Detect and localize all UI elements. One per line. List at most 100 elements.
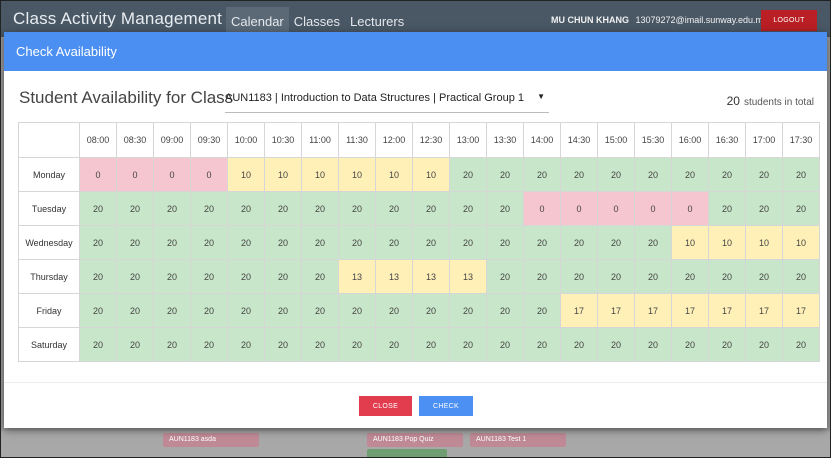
availability-cell: 10 <box>671 225 709 260</box>
availability-cell: 20 <box>79 293 117 328</box>
availability-cell: 20 <box>153 259 191 294</box>
availability-cell: 20 <box>745 191 783 226</box>
calendar-background: AUN1183 asda AUN1183 Pop Quiz AUN1183 Te… <box>1 431 830 457</box>
availability-cell: 20 <box>597 259 635 294</box>
availability-cell: 10 <box>338 157 376 192</box>
availability-cell: 20 <box>634 327 672 362</box>
students-total-count: 20 <box>726 94 740 108</box>
dropdown-caret-icon: ▼ <box>537 92 545 101</box>
time-header: 15:30 <box>634 122 672 158</box>
availability-title: Student Availability for Class <box>19 88 234 107</box>
availability-cell: 10 <box>708 225 746 260</box>
availability-cell: 20 <box>597 157 635 192</box>
day-label: Thursday <box>18 259 80 294</box>
availability-cell: 20 <box>745 259 783 294</box>
table-row: Tuesday 20 20 20 20 20 20 20 20 20 20 20 20 0 0 0 0 0 20 20… <box>18 191 820 226</box>
check-button[interactable]: CHECK <box>419 396 473 416</box>
logout-button[interactable]: LOGOUT <box>761 10 817 31</box>
availability-cell: 20 <box>486 225 524 260</box>
availability-cell: 17 <box>708 293 746 328</box>
availability-cell: 0 <box>116 157 154 192</box>
availability-cell: 20 <box>301 293 339 328</box>
class-select[interactable]: AUN1183 | Introduction to Data Structure… <box>225 86 549 113</box>
availability-cell: 10 <box>375 157 413 192</box>
availability-cell: 20 <box>153 293 191 328</box>
table-row: Saturday 20 20 20 20 20 20 20 20 20 20 20 20 20 20 20 20… <box>18 327 820 362</box>
availability-cell: 0 <box>597 191 635 226</box>
time-header: 09:30 <box>190 122 228 158</box>
close-button[interactable]: CLOSE <box>359 396 412 416</box>
time-header: 14:00 <box>523 122 561 158</box>
availability-cell: 20 <box>449 225 487 260</box>
availability-cell: 20 <box>745 327 783 362</box>
availability-cell: 20 <box>671 327 709 362</box>
availability-table: 08:00 08:30 09:00 09:30 10:00 10:30 11:00 11:30… <box>18 122 820 362</box>
user-info: MU CHUN KHANG 13079272@imail.sunway.edu.… <box>551 15 768 25</box>
availability-cell: 20 <box>486 327 524 362</box>
time-header: 16:30 <box>708 122 746 158</box>
availability-cell: 20 <box>338 225 376 260</box>
availability-cell: 20 <box>264 259 302 294</box>
students-total-label: students in total <box>743 97 814 108</box>
modal-footer: CLOSE CHECK <box>4 382 827 429</box>
availability-cell: 20 <box>412 327 450 362</box>
check-availability-modal: Check Availability Student Availability … <box>4 32 827 428</box>
availability-cell: 20 <box>227 225 265 260</box>
availability-cell: 20 <box>671 259 709 294</box>
time-header: 13:30 <box>486 122 524 158</box>
availability-cell: 20 <box>375 327 413 362</box>
availability-cell: 13 <box>449 259 487 294</box>
calendar-event-partial <box>367 449 447 457</box>
calendar-event[interactable]: AUN1183 Pop Quiz <box>367 433 463 447</box>
availability-cell: 10 <box>227 157 265 192</box>
availability-cell: 20 <box>560 157 598 192</box>
availability-cell: 20 <box>782 157 820 192</box>
availability-cell: 20 <box>486 293 524 328</box>
app-window: Class Activity Management System Calenda… <box>0 0 831 458</box>
availability-cell: 17 <box>597 293 635 328</box>
table-corner <box>18 122 80 158</box>
availability-cell: 20 <box>116 259 154 294</box>
students-total: 20 students in total <box>727 94 814 108</box>
availability-cell: 20 <box>153 327 191 362</box>
table-row: Monday 0 0 0 0 10 10 10 10 10 10 20 20 20 20 20 20 20 20 20… <box>18 157 820 192</box>
availability-cell: 10 <box>412 157 450 192</box>
availability-cell: 20 <box>486 157 524 192</box>
time-header: 13:00 <box>449 122 487 158</box>
day-label: Friday <box>18 293 80 328</box>
time-header: 11:00 <box>301 122 339 158</box>
availability-cell: 20 <box>338 327 376 362</box>
availability-cell: 17 <box>560 293 598 328</box>
availability-cell: 20 <box>375 225 413 260</box>
availability-cell: 20 <box>708 191 746 226</box>
availability-cell: 20 <box>301 327 339 362</box>
calendar-event[interactable]: AUN1183 Test 1 <box>470 433 566 447</box>
availability-cell: 20 <box>79 191 117 226</box>
availability-cell: 20 <box>412 225 450 260</box>
availability-cell: 20 <box>227 293 265 328</box>
availability-cell: 20 <box>449 327 487 362</box>
availability-cell: 13 <box>412 259 450 294</box>
availability-cell: 20 <box>782 259 820 294</box>
availability-cell: 20 <box>375 293 413 328</box>
availability-cell: 20 <box>338 293 376 328</box>
availability-cell: 20 <box>301 259 339 294</box>
availability-cell: 20 <box>634 225 672 260</box>
availability-cell: 20 <box>523 327 561 362</box>
availability-cell: 20 <box>708 327 746 362</box>
availability-cell: 20 <box>634 259 672 294</box>
calendar-event[interactable]: AUN1183 asda <box>163 433 259 447</box>
availability-cell: 20 <box>523 157 561 192</box>
availability-cell: 20 <box>449 157 487 192</box>
time-header: 12:00 <box>375 122 413 158</box>
availability-cell: 20 <box>560 259 598 294</box>
availability-cell: 20 <box>597 225 635 260</box>
time-header: 10:30 <box>264 122 302 158</box>
availability-cell: 10 <box>745 225 783 260</box>
availability-cell: 20 <box>449 191 487 226</box>
day-label: Saturday <box>18 327 80 362</box>
availability-cell: 20 <box>79 327 117 362</box>
availability-cell: 20 <box>523 293 561 328</box>
availability-cell: 20 <box>116 293 154 328</box>
time-header: 08:30 <box>116 122 154 158</box>
